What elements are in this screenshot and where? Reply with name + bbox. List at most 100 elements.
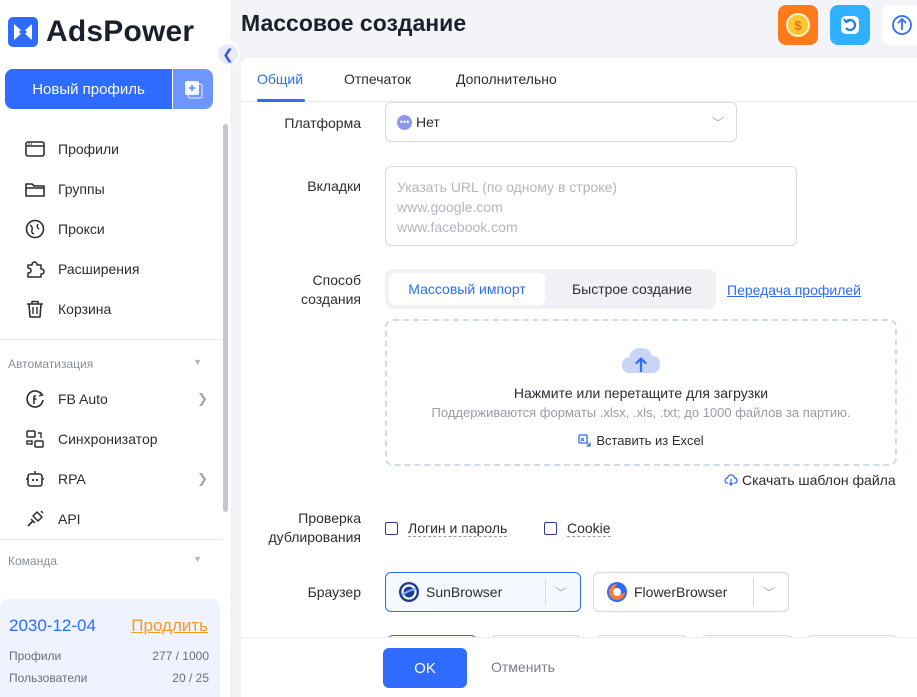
chevron-down-icon[interactable]: ﹀ xyxy=(555,584,567,601)
download-template-link[interactable]: Скачать шаблон файла xyxy=(724,472,896,488)
svg-text:$: $ xyxy=(794,18,802,33)
caret-down-icon: ▼ xyxy=(193,357,202,367)
quick-create-option[interactable]: Быстрое создание xyxy=(551,273,713,305)
team-section-header[interactable]: Команда ▼ xyxy=(8,554,202,568)
update-button[interactable] xyxy=(882,5,917,45)
plan-profiles-row: Профили 277 / 1000 xyxy=(9,649,209,663)
download-template-label: Скачать шаблон файла xyxy=(742,472,896,488)
creation-method-label: Способ создания xyxy=(261,271,361,309)
paste-from-excel-button[interactable]: Вставить из Excel xyxy=(387,433,895,448)
sidebar-item-fb-auto[interactable]: FB Auto ❯ xyxy=(24,379,214,419)
checkbox-label: Cookie xyxy=(567,520,611,537)
sidebar-item-api[interactable]: API xyxy=(24,499,214,539)
checkbox-label: Логин и пароль xyxy=(408,520,508,537)
tabs-url-textarea[interactable]: Указать URL (по одному в строке) www.goo… xyxy=(385,166,797,246)
upload-instruction: Нажмите или перетащите для загрузки xyxy=(513,385,769,401)
sunbrowser-icon xyxy=(399,582,419,602)
form-tabs: Общий Отпечаток Дополнительно xyxy=(241,58,917,102)
batch-create-panel: Общий Отпечаток Дополнительно Платформа … xyxy=(241,58,917,697)
transfer-profiles-link[interactable]: Передача профилей xyxy=(727,282,861,298)
renew-link[interactable]: Продлить xyxy=(131,616,208,636)
sidebar-divider xyxy=(0,539,222,540)
sidebar-item-profiles[interactable]: Профили xyxy=(24,129,214,169)
batch-add-button[interactable] xyxy=(173,69,213,109)
tab-general[interactable]: Общий xyxy=(257,71,303,87)
sidebar-item-label: Синхронизатор xyxy=(58,431,158,447)
api-plug-icon xyxy=(27,510,44,527)
plan-profiles-value: 277 / 1000 xyxy=(152,649,209,663)
download-icon xyxy=(724,474,738,486)
chevron-down-icon[interactable]: ﹀ xyxy=(763,584,775,601)
sidebar-item-groups[interactable]: Группы xyxy=(24,169,214,209)
select-separator xyxy=(545,578,546,606)
sidebar-item-label: RPA xyxy=(58,471,86,487)
automation-section-title: Автоматизация xyxy=(8,357,94,371)
form-footer: OK Отменить xyxy=(241,637,917,697)
trash-icon xyxy=(27,300,43,318)
browser-name: SunBrowser xyxy=(426,584,503,600)
plan-users-value: 20 / 25 xyxy=(172,671,209,685)
login-password-checkbox[interactable]: Логин и пароль xyxy=(385,520,508,537)
sidebar-item-extensions[interactable]: Расширения xyxy=(24,249,214,289)
chevron-right-icon: ❯ xyxy=(197,471,208,486)
chevron-left-icon: ❮ xyxy=(222,45,234,62)
textarea-placeholder-line: www.facebook.com xyxy=(397,219,518,235)
paste-excel-icon xyxy=(578,434,591,447)
team-section-title: Команда xyxy=(8,554,57,568)
tab-advanced[interactable]: Дополнительно xyxy=(456,71,557,87)
page-title: Массовое создание xyxy=(241,10,467,36)
plan-expiry-date: 2030-12-04 xyxy=(9,616,96,635)
brand[interactable]: AdsPower xyxy=(8,14,194,50)
sidebar: AdsPower Новый профиль Профили Группы Пр… xyxy=(0,0,232,697)
adspower-logo-icon xyxy=(8,17,38,47)
sidebar-item-label: FB Auto xyxy=(58,391,108,407)
browser-label: Браузер xyxy=(307,584,361,600)
sidebar-item-trash[interactable]: Корзина xyxy=(24,289,214,329)
sidebar-divider xyxy=(0,339,222,340)
cloud-upload-icon xyxy=(622,348,660,373)
promo-button[interactable] xyxy=(830,5,870,45)
cookie-checkbox[interactable]: Cookie xyxy=(544,520,611,537)
tab-fingerprint[interactable]: Отпечаток xyxy=(344,71,411,87)
robot-icon xyxy=(26,471,44,487)
new-profile-button[interactable]: Новый профиль xyxy=(5,69,172,109)
sidebar-item-proxy[interactable]: Прокси xyxy=(24,209,214,249)
sidebar-item-label: Расширения xyxy=(58,261,140,277)
sidebar-item-label: Корзина xyxy=(58,301,112,317)
sidebar-item-rpa[interactable]: RPA ❯ xyxy=(24,459,214,499)
flowerbrowser-select[interactable]: FlowerBrowser ﹀ xyxy=(593,572,789,612)
folder-icon xyxy=(25,183,45,197)
coin-reward-button[interactable]: $ xyxy=(778,5,818,45)
sidebar-item-label: API xyxy=(58,511,81,527)
label-line: дублирования xyxy=(268,529,361,545)
mass-import-option[interactable]: Массовый импорт xyxy=(389,273,545,305)
sidebar-scrollbar[interactable] xyxy=(223,124,228,512)
paste-excel-label: Вставить из Excel xyxy=(596,433,704,448)
checkbox-box[interactable] xyxy=(544,522,557,535)
browser-window-icon xyxy=(25,141,45,157)
label-line: Проверка xyxy=(298,510,361,526)
active-tab-indicator xyxy=(257,99,305,102)
coin-icon: $ xyxy=(786,13,810,37)
sidebar-item-label: Группы xyxy=(58,181,105,197)
automation-section-header[interactable]: Автоматизация ▼ xyxy=(8,357,202,371)
sunbrowser-select[interactable]: SunBrowser ﹀ xyxy=(385,572,581,612)
sidebar-item-label: Прокси xyxy=(58,221,105,237)
label-line: создания xyxy=(301,291,361,307)
checkbox-box[interactable] xyxy=(385,522,398,535)
platform-select[interactable]: ••• Нет ﹀ xyxy=(385,102,737,142)
chevron-right-icon: ❯ xyxy=(197,391,208,406)
ok-button[interactable]: OK xyxy=(383,648,467,688)
tabs-label: Вкладки xyxy=(307,178,361,194)
header-actions: $ xyxy=(778,5,917,45)
collapse-sidebar-button[interactable]: ❮ xyxy=(216,42,240,66)
browser-name: FlowerBrowser xyxy=(634,584,728,600)
sidebar-item-label: Профили xyxy=(58,141,119,157)
caret-down-icon: ▼ xyxy=(193,554,202,564)
new-profile-group: Новый профиль xyxy=(5,69,213,109)
sidebar-item-synchronizer[interactable]: Синхронизатор xyxy=(24,419,214,459)
fb-auto-icon xyxy=(26,390,44,408)
cancel-button[interactable]: Отменить xyxy=(491,659,555,675)
file-upload-dropzone[interactable]: Нажмите или перетащите для загрузки Подд… xyxy=(385,319,897,466)
creation-method-toggle: Массовый импорт Быстрое создание xyxy=(385,269,716,309)
